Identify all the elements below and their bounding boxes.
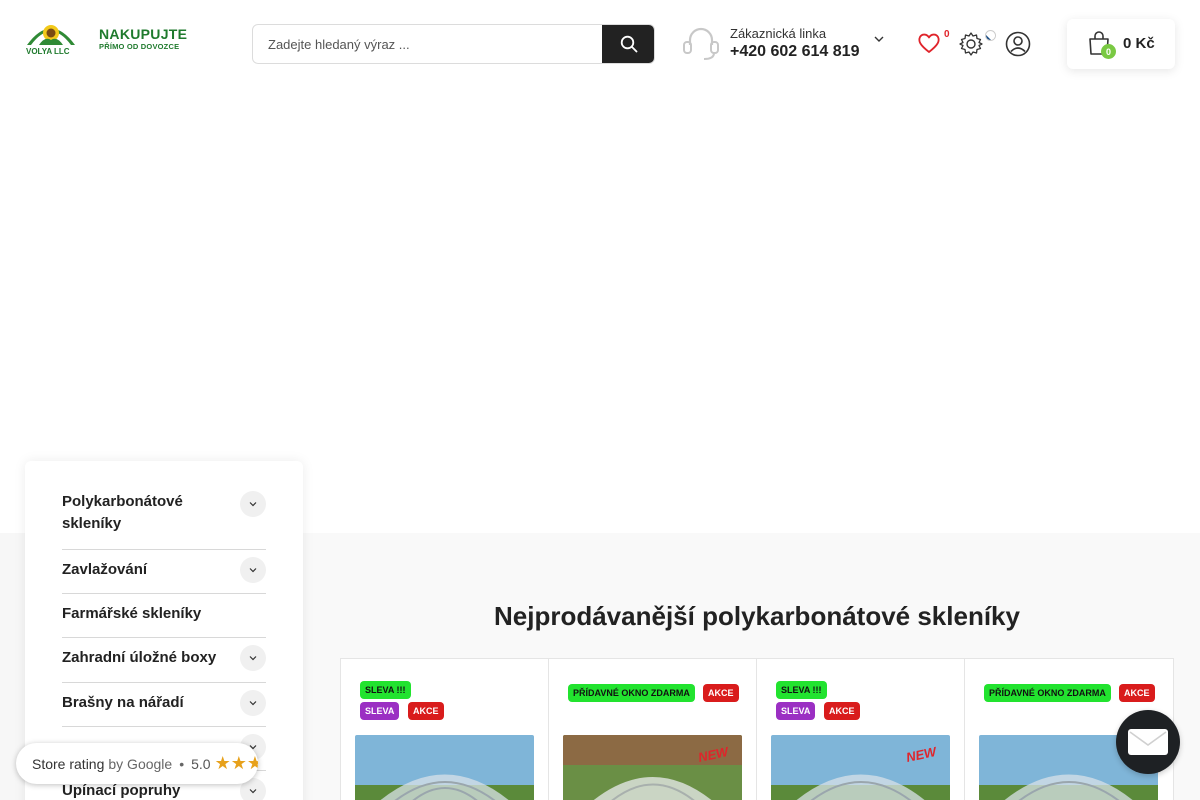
- category-label: Zahradní úložné boxy: [62, 649, 217, 666]
- category-label: Zavlažování: [62, 561, 148, 578]
- support-phone[interactable]: +420 602 614 819: [730, 43, 859, 61]
- chevron-down-icon[interactable]: [873, 33, 885, 45]
- czech-flag-icon[interactable]: [985, 30, 996, 41]
- headset-icon: [683, 27, 719, 60]
- product-tag: AKCE: [703, 684, 739, 702]
- search-bar: [252, 24, 655, 64]
- search-input[interactable]: [253, 25, 603, 63]
- rating-separator: •: [179, 755, 185, 772]
- chevron-down-icon[interactable]: [240, 491, 266, 517]
- chevron-down-icon[interactable]: [240, 557, 266, 583]
- product-tag: PŘÍDAVNÉ OKNO ZDARMA: [568, 684, 695, 702]
- chevron-down-icon[interactable]: [240, 690, 266, 716]
- user-icon[interactable]: [1005, 31, 1031, 57]
- product-image[interactable]: NEW: [563, 735, 742, 800]
- cart-total: 0 Kč: [1123, 35, 1155, 52]
- store-rating-widget[interactable]: Store rating by Google • 5.0 ★★★★★: [16, 743, 258, 784]
- product-carousel: SLEVA !!! SLEVA AKCE PŘÍDAVNÉ OKNO ZDARM…: [340, 658, 1174, 800]
- product-card[interactable]: SLEVA !!! SLEVA AKCE: [341, 659, 549, 800]
- product-tag: SLEVA: [776, 702, 816, 720]
- category-item-polykarbonatove-skleniky[interactable]: Polykarbonátové skleníky: [62, 491, 266, 550]
- site-header: VOLYA LLC NAKUPUJTE PŘÍMO OD DOVOZCE Zad…: [0, 0, 1200, 92]
- product-image[interactable]: NEW: [771, 735, 950, 800]
- product-tag: PŘÍDAVNÉ OKNO ZDARMA: [984, 684, 1111, 702]
- product-tag: SLEVA !!!: [776, 681, 827, 699]
- product-tag: SLEVA !!!: [360, 681, 411, 699]
- category-label: Brašny na nářadí: [62, 694, 184, 711]
- rating-label: Store rating: [32, 755, 105, 772]
- logo-slogan-main: NAKUPUJTE: [99, 26, 188, 42]
- category-item-zavlazovani[interactable]: Zavlažování: [62, 557, 266, 594]
- sunflower-logo-icon: VOLYA LLC: [25, 20, 77, 58]
- product-tag: AKCE: [408, 702, 444, 720]
- product-card[interactable]: SLEVA !!! SLEVA AKCE NEW: [757, 659, 965, 800]
- rating-source: by Google: [108, 755, 173, 772]
- category-item-farmarske-skleniky[interactable]: Farmářské skleníky: [62, 603, 266, 638]
- cart-button[interactable]: 0 0 Kč: [1067, 19, 1175, 69]
- rating-score: 5.0: [191, 755, 211, 772]
- product-card[interactable]: PŘÍDAVNÉ OKNO ZDARMA AKCE NEW: [549, 659, 757, 800]
- cart-count-badge: 0: [1101, 44, 1116, 59]
- chevron-down-icon[interactable]: [240, 645, 266, 671]
- wishlist-count: 0: [944, 29, 950, 40]
- support-label: Zákaznická linka: [730, 26, 827, 41]
- chat-icon: [1128, 729, 1168, 755]
- product-tag: SLEVA: [360, 702, 400, 720]
- page: VOLYA LLC NAKUPUJTE PŘÍMO OD DOVOZCE Zad…: [0, 0, 1200, 800]
- category-item-brasny-na-naradi[interactable]: Brašny na nářadí: [62, 690, 266, 727]
- bestsellers-title: Nejprodávanější polykarbonátové skleníky: [494, 601, 1020, 631]
- category-label: Polykarbonátové skleníky: [62, 493, 183, 532]
- search-icon: [620, 35, 637, 53]
- gear-icon[interactable]: [958, 31, 984, 57]
- product-tag: AKCE: [1119, 684, 1155, 702]
- category-label: Farmářské skleníky: [62, 605, 202, 622]
- search-button[interactable]: [602, 25, 654, 63]
- logo-brand-text: VOLYA LLC: [26, 47, 70, 56]
- logo-slogan-sub: PŘÍMO OD DOVOZCE: [99, 42, 180, 51]
- rating-stars: ★★★★★: [214, 753, 258, 773]
- site-logo[interactable]: VOLYA LLC NAKUPUJTE PŘÍMO OD DOVOZCE: [25, 20, 197, 58]
- customer-support[interactable]: Zákaznická linka +420 602 614 819: [682, 24, 892, 64]
- chat-button[interactable]: [1116, 710, 1180, 774]
- product-image[interactable]: [355, 735, 534, 800]
- logo-slogan: NAKUPUJTE PŘÍMO OD DOVOZCE: [99, 26, 188, 52]
- category-item-zahradni-ulozne-boxy[interactable]: Zahradní úložné boxy: [62, 645, 266, 683]
- product-tag: AKCE: [824, 702, 860, 720]
- heart-icon[interactable]: [916, 30, 942, 56]
